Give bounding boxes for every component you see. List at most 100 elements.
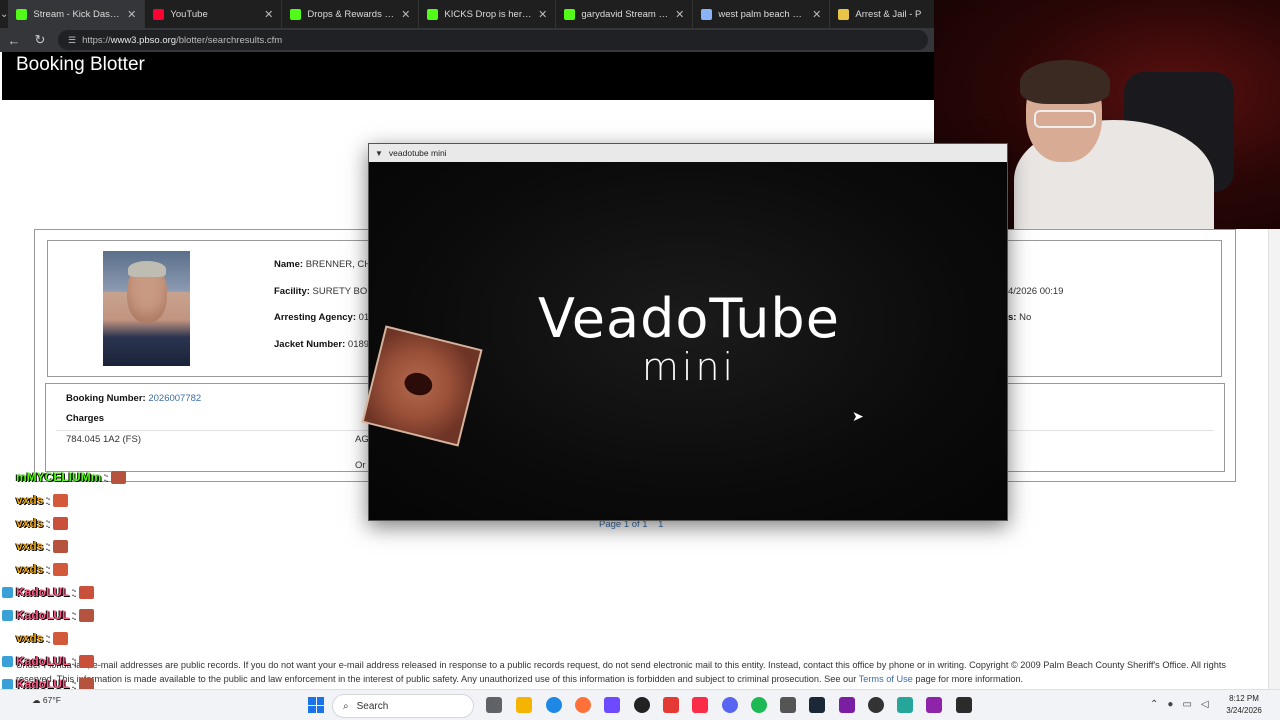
chat-message: vxds: [2, 539, 68, 553]
chat-message: vxds: [2, 631, 68, 645]
flag-label: s: [1008, 312, 1017, 323]
chat-separator: : [46, 539, 50, 553]
weather-widget[interactable]: ☁ 67°F [32, 695, 61, 706]
chat-message: KadoLUL: [2, 654, 94, 668]
booking-number-link[interactable]: 2026007782 [148, 393, 201, 404]
terms-of-use-link[interactable]: Terms of Use [859, 674, 913, 684]
discord-icon[interactable] [722, 697, 738, 713]
streamer-hair [1020, 60, 1110, 104]
reload-icon[interactable]: ↻ [32, 32, 48, 48]
fx-icon[interactable] [926, 697, 942, 713]
spotify-icon[interactable] [751, 697, 767, 713]
chat-separator: : [46, 631, 50, 645]
tab-close-icon[interactable]: ✕ [812, 8, 821, 21]
facility-field: Facility: SURETY BO [274, 286, 367, 297]
flag-value: No [1019, 312, 1032, 323]
obs-icon[interactable] [634, 697, 650, 713]
tab-favicon-icon [16, 8, 28, 20]
tab-favicon-icon [564, 8, 576, 20]
chat-emote-icon [52, 493, 68, 507]
tray-chevron-icon[interactable]: ⌃ [1150, 699, 1158, 710]
chat-username: vxds [16, 516, 44, 530]
steam-icon[interactable] [809, 697, 825, 713]
browser-tab[interactable]: Drops & Rewards Inven ✕ [282, 0, 420, 28]
tab-close-icon[interactable]: ✕ [401, 8, 410, 21]
microphone-icon[interactable]: ● [1167, 699, 1173, 710]
edge-browser-icon[interactable] [546, 697, 562, 713]
tab-close-icon[interactable]: ✕ [264, 8, 273, 21]
name-field: Name: BRENNER, CH [274, 259, 371, 270]
tab-close-icon[interactable]: ✕ [127, 8, 136, 21]
system-clock[interactable]: 8:12 PM 3/24/2026 [1222, 693, 1266, 717]
music-icon[interactable] [692, 697, 708, 713]
app-icon[interactable] [604, 697, 620, 713]
chat-badge-icon [2, 678, 13, 690]
url-prefix: https:// [82, 34, 111, 46]
chat-message: vxds: [2, 493, 68, 507]
url-host: www3.pbso.org [110, 34, 177, 46]
footer-disclaimer: Under Florida law, e-mail addresses are … [16, 660, 1226, 684]
veadotube-taskbar-icon[interactable] [956, 697, 972, 713]
booking-number-field: Booking Number: 2026007782 [66, 393, 201, 404]
tab-favicon-icon [427, 8, 439, 20]
browser-tab[interactable]: garydavid Stream - Watch Li ✕ [556, 0, 694, 28]
chat-separator: : [72, 608, 76, 622]
browser-tab-strip: ⌄ Stream - Kick Dashboard✕YouTube✕Drops … [0, 0, 968, 28]
browser-tab[interactable]: west palm beach arrest sear ✕ [693, 0, 831, 28]
tab-close-icon[interactable]: ✕ [538, 8, 547, 21]
back-icon[interactable]: ← [6, 33, 22, 48]
booking-date-value: 4/2026 00:19 [1008, 286, 1064, 297]
taskbar-search[interactable]: ⌕ Search [332, 694, 474, 718]
chat-badge-icon [2, 633, 13, 644]
charge-description-partial: AG [355, 434, 369, 445]
app4-icon[interactable] [868, 697, 884, 713]
chat-separator: : [46, 562, 50, 576]
veadotube-logo: VeadoTube mini [529, 290, 849, 389]
volume-icon[interactable]: ◁ [1201, 699, 1209, 710]
emote-mouth [402, 370, 435, 399]
chat-badge-icon [2, 655, 13, 667]
youtube-app-icon[interactable] [663, 697, 679, 713]
name-label: Name: [274, 259, 304, 270]
charge-code: 784.045 1A2 (FS) [66, 434, 141, 445]
task-view-icon[interactable] [486, 697, 502, 713]
chat-message: KadoLUL: [2, 608, 94, 622]
mugshot-hair [128, 261, 166, 277]
chat-badge-icon [2, 472, 13, 483]
firefox-icon[interactable] [575, 697, 591, 713]
jacket-label: Jacket Number: [274, 339, 346, 350]
veadotube-logo-icon: ▼ [375, 148, 383, 158]
tab-title: KICKS Drop is here: watch, e [444, 8, 532, 20]
chat-username: vxds [16, 631, 44, 645]
browser-tab[interactable]: KICKS Drop is here: watch, e ✕ [419, 0, 557, 28]
page-scrollbar[interactable] [1268, 229, 1280, 689]
start-menu-icon[interactable] [308, 697, 324, 713]
veadotube-window[interactable]: ▼ veadotube mini VeadoTube mini [368, 143, 1008, 521]
app5-icon[interactable] [897, 697, 913, 713]
chat-username: vxds [16, 539, 44, 553]
network-icon[interactable]: ▭ [1182, 699, 1191, 710]
veadotube-titlebar[interactable]: ▼ veadotube mini [369, 144, 1007, 162]
veadotube-logo-subtext: mini [641, 345, 737, 389]
tab-list-chevron-icon[interactable]: ⌄ [0, 0, 8, 28]
agency-field: Arresting Agency: 01 [274, 312, 369, 323]
mouse-cursor-icon: ➤ [852, 408, 864, 424]
browser-tab[interactable]: Stream - Kick Dashboard ✕ [8, 0, 146, 28]
file-explorer-icon[interactable] [516, 697, 532, 713]
streamer-glasses [1034, 110, 1096, 128]
app2-icon[interactable] [780, 697, 796, 713]
site-info-icon[interactable]: ☰ [68, 35, 76, 46]
tab-favicon-icon [838, 8, 850, 20]
url-field[interactable]: ☰ https://www3.pbso.org/blotter/searchre… [58, 30, 928, 50]
veadotube-canvas[interactable]: VeadoTube mini [369, 162, 1007, 520]
browser-tab[interactable]: YouTube ✕ [145, 0, 283, 28]
chat-username: vxds [16, 562, 44, 576]
app3-icon[interactable] [839, 697, 855, 713]
clock-date: 3/24/2026 [1226, 706, 1262, 715]
tab-close-icon[interactable]: ✕ [675, 8, 684, 21]
system-tray: ⌃ ● ▭ ◁ [1150, 699, 1209, 710]
charge-origin-partial: Or [355, 460, 366, 471]
chat-separator: : [104, 470, 108, 484]
tab-favicon-icon [701, 8, 713, 20]
tab-title: Stream - Kick Dashboard [33, 8, 121, 20]
